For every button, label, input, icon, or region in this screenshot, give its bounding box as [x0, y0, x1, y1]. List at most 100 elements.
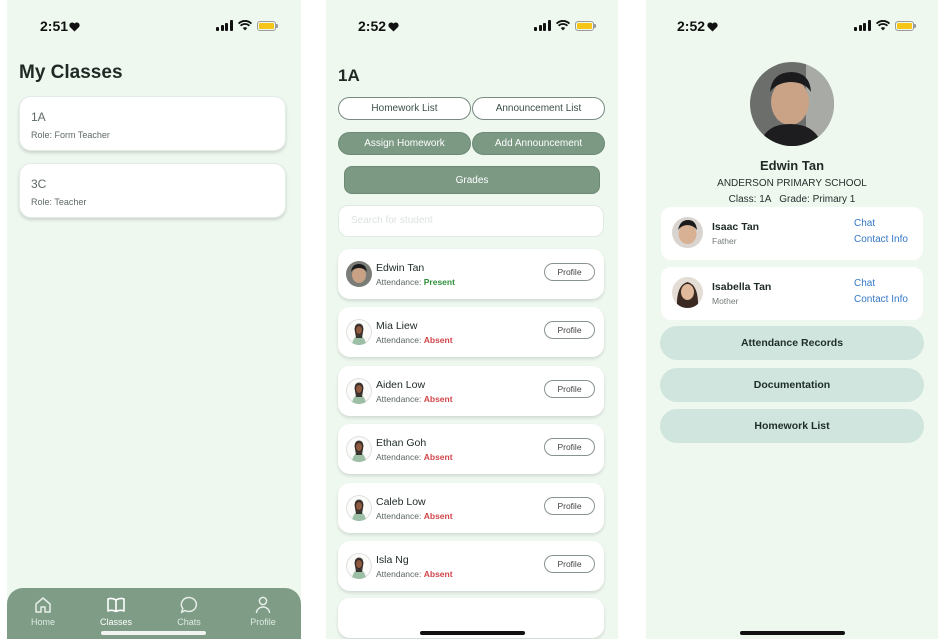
page-title: 1A	[338, 66, 360, 85]
profile-button[interactable]: Profile	[544, 497, 595, 515]
status-time: 2:52	[677, 18, 706, 34]
attendance-text: Attendance: Absent	[376, 569, 453, 579]
person-icon	[255, 596, 271, 614]
status-time: 2:52	[358, 18, 387, 34]
wifi-icon	[237, 20, 252, 31]
battery-icon	[894, 20, 916, 31]
documentation-button[interactable]: Documentation	[660, 368, 924, 402]
search-input[interactable]: Search for student	[338, 205, 604, 237]
attendance-text: Attendance: Absent	[376, 511, 453, 521]
chat-link[interactable]: Chat	[854, 278, 875, 289]
homework-list-button[interactable]: Homework List	[338, 97, 471, 120]
parent-name: Isabella Tan	[712, 281, 772, 293]
avatar	[672, 217, 703, 248]
parent-name: Isaac Tan	[712, 221, 760, 233]
tab-profile[interactable]: Profile	[233, 595, 293, 627]
list-item[interactable]: Caleb Low Attendance: Absent Profile	[338, 483, 604, 533]
class-card-1a[interactable]: 1A Role: Form Teacher	[19, 96, 286, 151]
page-title: My Classes	[19, 62, 123, 83]
heart-icon	[707, 19, 718, 37]
wifi-icon	[875, 20, 890, 31]
contact-info-link[interactable]: Contact Info	[854, 294, 908, 305]
my-classes-screen: 2:51 My Classes 1A Role: Form Teacher 3C…	[7, 0, 301, 639]
heart-icon	[388, 19, 399, 37]
announcement-list-button[interactable]: Announcement List	[472, 97, 605, 120]
home-icon	[35, 597, 51, 613]
profile-button[interactable]: Profile	[544, 555, 595, 573]
class-card-3c[interactable]: 3C Role: Teacher	[19, 163, 286, 218]
attendance-records-button[interactable]: Attendance Records	[660, 326, 924, 360]
attendance-label: Attendance:	[376, 394, 422, 404]
status-bar: 2:52	[326, 0, 618, 50]
attendance-status: Absent	[423, 511, 453, 521]
attendance-label: Attendance:	[376, 569, 422, 579]
attendance-label: Attendance:	[376, 511, 422, 521]
chat-link[interactable]: Chat	[854, 218, 875, 229]
tab-classes-label: Classes	[99, 617, 132, 627]
attendance-text: Attendance: Absent	[376, 394, 453, 404]
list-item[interactable]: Edwin Tan Attendance: Present Profile	[338, 249, 604, 299]
tab-bar: Home Classes Chats Profile	[7, 588, 301, 639]
list-item[interactable]: Mia Liew Attendance: Absent Profile	[338, 307, 604, 357]
avatar	[346, 378, 372, 404]
tab-chats-label: Chats	[177, 617, 201, 627]
class-info: Class: 1A Grade: Primary 1	[728, 194, 856, 205]
status-bar: 2:51	[7, 0, 301, 50]
profile-button[interactable]: Profile	[544, 263, 595, 281]
class-name: 1A	[31, 110, 46, 124]
class-role: Role: Form Teacher	[31, 130, 110, 140]
class-role: Role: Teacher	[31, 197, 87, 207]
class-name: 3C	[31, 177, 47, 191]
avatar	[346, 553, 372, 579]
signal-icon	[216, 20, 233, 31]
add-announcement-button[interactable]: Add Announcement	[472, 132, 605, 155]
student-name: Caleb Low	[376, 496, 426, 508]
assign-homework-button[interactable]: Assign Homework	[338, 132, 471, 155]
attendance-label: Attendance:	[376, 277, 422, 287]
profile-button[interactable]: Profile	[544, 380, 595, 398]
tab-profile-label: Profile	[250, 617, 276, 627]
profile-button[interactable]: Profile	[544, 321, 595, 339]
attendance-text: Attendance: Absent	[376, 335, 453, 345]
home-indicator	[740, 631, 845, 635]
list-item[interactable]: Ethan Goh Attendance: Absent Profile	[338, 424, 604, 474]
contact-info-link[interactable]: Contact Info	[854, 234, 908, 245]
student-name: Edwin Tan	[376, 262, 425, 274]
home-indicator	[101, 631, 206, 635]
student-photo	[750, 62, 834, 146]
avatar	[346, 261, 372, 287]
avatar	[346, 495, 372, 521]
parent-card-father: Isaac Tan Father Chat Contact Info	[661, 207, 923, 260]
attendance-status: Absent	[423, 394, 453, 404]
home-indicator	[420, 631, 525, 635]
signal-icon	[854, 20, 871, 31]
list-item[interactable]: Aiden Low Attendance: Absent Profile	[338, 366, 604, 416]
attendance-label: Attendance:	[376, 452, 422, 462]
school-name: ANDERSON PRIMARY SCHOOL	[717, 178, 867, 189]
attendance-status: Absent	[423, 569, 453, 579]
attendance-text: Attendance: Absent	[376, 452, 453, 462]
parent-relation: Mother	[712, 296, 739, 306]
chat-bubble-icon	[180, 596, 198, 614]
grades-button[interactable]: Grades	[344, 166, 600, 194]
list-item[interactable]: Isla Ng Attendance: Absent Profile	[338, 541, 604, 591]
tab-home[interactable]: Home	[13, 595, 73, 627]
parent-relation: Father	[712, 236, 737, 246]
attendance-status: Present	[423, 277, 455, 287]
student-name: Isla Ng	[376, 554, 409, 566]
student-profile-screen: 2:52 Edwin Tan ANDERSON PRIMARY SCHOOL C…	[646, 0, 938, 639]
wifi-icon	[555, 20, 570, 31]
tab-classes[interactable]: Classes	[86, 595, 146, 627]
homework-list-button[interactable]: Homework List	[660, 409, 924, 443]
avatar	[672, 277, 703, 308]
battery-icon	[256, 20, 278, 31]
avatar	[346, 436, 372, 462]
student-name: Ethan Goh	[376, 437, 427, 449]
tab-chats[interactable]: Chats	[159, 595, 219, 627]
student-name: Edwin Tan	[759, 158, 825, 173]
parent-card-mother: Isabella Tan Mother Chat Contact Info	[661, 267, 923, 320]
profile-button[interactable]: Profile	[544, 438, 595, 456]
class-detail-screen: 2:52 1A Homework List Announcement List …	[326, 0, 618, 639]
status-time: 2:51	[40, 18, 69, 34]
attendance-text: Attendance: Present	[376, 277, 455, 287]
